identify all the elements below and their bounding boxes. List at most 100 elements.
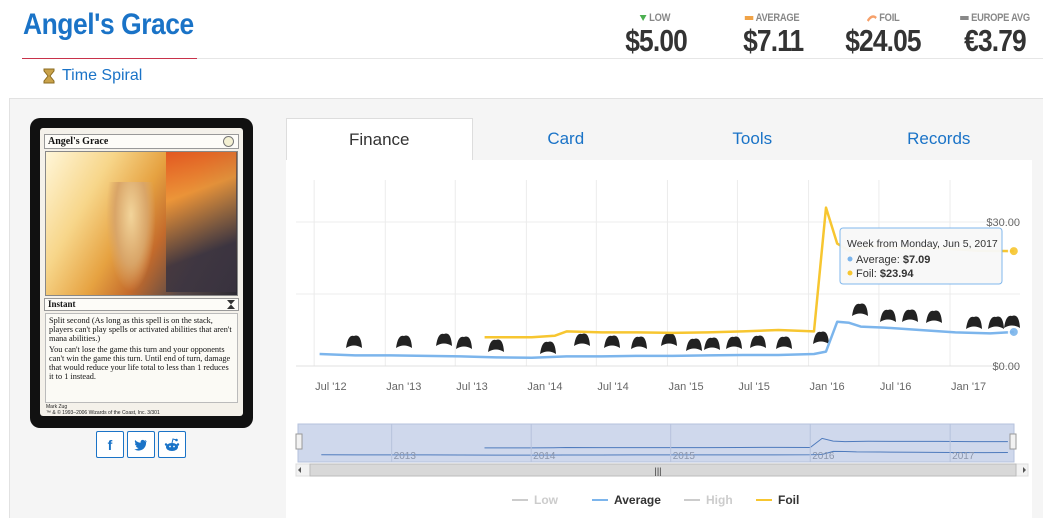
tab-bar: Finance Card Tools Records: [286, 118, 1032, 160]
navigator-scrollbar-thumb[interactable]: [309, 463, 1017, 477]
card-art: [45, 151, 238, 296]
tab-records[interactable]: Records: [846, 118, 1033, 160]
set-symbol-icon: [686, 338, 702, 351]
hourglass-icon: [43, 68, 55, 84]
set-symbol-icon: [750, 335, 766, 348]
tooltip-foil: Foil: $23.94: [856, 268, 914, 280]
set-symbol-icon: [813, 331, 829, 344]
card-rules-text: Split second (As long as this spell is o…: [45, 313, 238, 403]
tab-finance[interactable]: Finance: [286, 118, 473, 160]
price-average: AVERAGE $7.11: [738, 12, 806, 59]
navigator-year-label: 2017: [952, 451, 975, 462]
y-tick-label: $30.00: [986, 217, 1020, 229]
x-tick-label: Jan '13: [386, 381, 421, 393]
set-symbol-icon: [880, 309, 896, 322]
card-title: Angel's Grace: [23, 8, 194, 41]
set-symbol-icon: [966, 316, 982, 329]
average-marker-icon: [744, 16, 754, 20]
set-symbol-icon: [396, 335, 412, 348]
x-tick-label: Jan '17: [951, 381, 986, 393]
tooltip-foil-dot: [847, 270, 853, 276]
page-header: Angel's Grace Time Spiral LOW $5.00 AVER…: [0, 0, 1043, 98]
set-symbol-icon: [574, 333, 590, 346]
set-symbol-icon: [661, 333, 677, 346]
navigator-year-label: 2014: [533, 451, 556, 462]
swoosh-icon: [866, 15, 877, 22]
set-symbol-icon: [852, 303, 868, 316]
x-tick-label: Jan '16: [810, 381, 845, 393]
white-mana-icon: [223, 136, 234, 147]
reddit-share-button[interactable]: [158, 431, 186, 458]
price-low: LOW $5.00: [620, 12, 690, 59]
set-name[interactable]: Time Spiral: [62, 67, 142, 85]
tab-tools[interactable]: Tools: [659, 118, 846, 160]
set-symbol-icon: [704, 337, 720, 350]
europe-marker-icon: [960, 16, 969, 20]
price-average-value: $7.11: [743, 23, 804, 58]
navigator-handle[interactable]: [1009, 433, 1017, 450]
price-europe: EUROPE AVG €3.79: [950, 12, 1040, 59]
x-tick-label: Jul '13: [456, 381, 487, 393]
facebook-share-button[interactable]: f: [96, 431, 124, 458]
facebook-icon: f: [107, 436, 113, 453]
navigator-year-label: 2013: [394, 451, 417, 462]
share-buttons: f: [96, 431, 186, 458]
twitter-share-button[interactable]: [127, 431, 155, 458]
legend-label: Average: [614, 493, 661, 507]
price-foil: FOIL $24.05: [838, 12, 928, 59]
series-point-average[interactable]: [1007, 325, 1020, 338]
x-tick-label: Jan '15: [668, 381, 703, 393]
twitter-icon: [134, 439, 147, 451]
navigator-scrollbar-grip: |||: [654, 466, 661, 476]
triangle-down-icon: [639, 15, 647, 21]
set-symbol-icon: [488, 339, 504, 352]
tab-card[interactable]: Card: [473, 118, 660, 160]
tooltip-title: Week from Monday, Jun 5, 2017: [847, 238, 998, 250]
card-rules-1: Split second (As long as this spell is o…: [49, 316, 232, 343]
set-symbol-icon: [540, 341, 556, 354]
legend-label: Low: [534, 493, 559, 507]
title-underline: [22, 58, 197, 59]
x-tick-label: Jul '16: [880, 381, 911, 393]
finance-panel: Jul '12 Jan '13 Jul '13 Jan '14 Jul '14 Jan '…: [286, 160, 1032, 518]
tooltip-average-dot: [847, 256, 853, 262]
legend-item-high[interactable]: High: [684, 493, 733, 507]
tooltip-average: Average: $7.09: [856, 254, 930, 266]
set-symbol-icon: [902, 309, 918, 322]
set-link[interactable]: Time Spiral: [42, 67, 142, 85]
price-foil-value: $24.05: [845, 23, 921, 58]
card-face-type: Instant: [48, 299, 76, 309]
legend-item-foil[interactable]: Foil: [756, 493, 799, 507]
set-symbol-icon: [346, 335, 362, 348]
tooltip-foil-value: $23.94: [880, 268, 915, 280]
set-symbol-icon: [604, 335, 620, 348]
price-europe-value: €3.79: [964, 23, 1027, 58]
y-tick-label: $0.00: [992, 361, 1020, 373]
set-symbol-icon: [227, 300, 235, 309]
legend-item-low[interactable]: Low: [512, 493, 559, 507]
tooltip-average-value: $7.09: [903, 254, 931, 266]
series-point-foil[interactable]: [1007, 245, 1020, 258]
x-tick-label: Jul '15: [738, 381, 769, 393]
x-tick-label: Jul '14: [597, 381, 628, 393]
set-symbol-icon: [631, 336, 647, 349]
navigator-handle[interactable]: [295, 433, 303, 450]
legend-label: Foil: [778, 493, 799, 507]
x-tick-label: Jan '14: [527, 381, 562, 393]
legend-item-average[interactable]: Average: [592, 493, 661, 507]
navigator-year-label: 2015: [673, 451, 696, 462]
reddit-icon: [164, 437, 180, 451]
price-low-value: $5.00: [625, 23, 688, 58]
legend-label: High: [706, 493, 733, 507]
card-face-name: Angel's Grace: [48, 136, 109, 147]
set-symbol-icon: [1004, 315, 1020, 328]
set-symbol-icon: [776, 336, 792, 349]
card-copyright: ™ & © 1993–2006 Wizards of the Coast, In…: [46, 410, 160, 416]
card-rules-2: You can't lose the game this turn and yo…: [49, 345, 231, 381]
price-chart[interactable]: Jul '12 Jan '13 Jul '13 Jan '14 Jul '14 Jan '…: [286, 160, 1032, 518]
navigator-year-label: 2016: [812, 451, 835, 462]
card-face: Angel's Grace Instant Split second (As l…: [40, 128, 243, 416]
set-symbol-icon: [436, 333, 452, 346]
set-symbol-icon: [988, 316, 1004, 329]
x-tick-label: Jul '12: [315, 381, 346, 393]
